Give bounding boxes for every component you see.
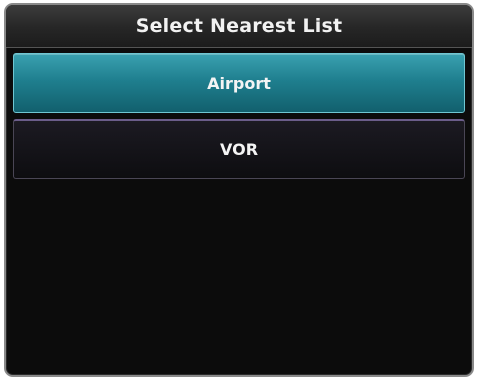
nearest-list-dialog: Select Nearest List Airport VOR [4, 3, 474, 377]
list-item-label: Airport [207, 73, 271, 93]
nearest-list: Airport VOR [6, 53, 472, 185]
dialog-title: Select Nearest List [6, 5, 472, 48]
list-item-airport[interactable]: Airport [13, 53, 465, 113]
list-item-vor[interactable]: VOR [13, 119, 465, 179]
list-item-label: VOR [219, 140, 259, 159]
